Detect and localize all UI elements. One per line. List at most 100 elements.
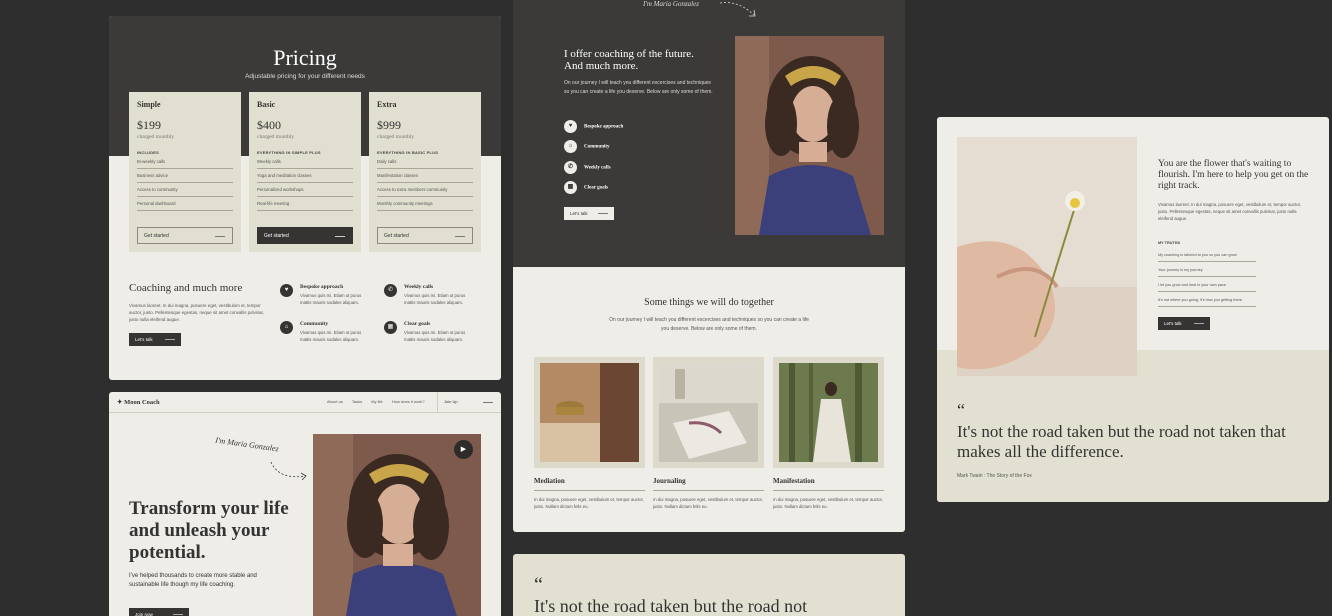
pricing-card: Pricing Adjustable pricing for your diff… — [109, 16, 501, 380]
signature-text: I'm Maria Gonzalez — [643, 0, 699, 8]
quote-text: It's not the road taken but the road not — [534, 596, 808, 616]
plan-card-simple: Simple $199 charged monthly INCLUDES Bi-… — [129, 92, 241, 252]
section-text: On our journey I will teach you differen… — [609, 317, 809, 332]
activity-desc: In dui magna, posuere eget, vestibulum e… — [773, 497, 883, 509]
feature-desc: Vivamus quis mi. Etiam ut purus mattis m… — [404, 330, 466, 342]
journaling-photo — [653, 357, 764, 468]
hero-card: ✦ Moon Coach About us Tasks My life How … — [109, 392, 501, 616]
feature-title: Community — [300, 321, 329, 327]
arrow-icon — [270, 461, 307, 481]
list-item-label: Weekly calls — [584, 165, 611, 171]
list-item-community: ⌂ Community — [564, 140, 610, 153]
list-item-label: Bespoke approach — [584, 124, 624, 130]
flower-card: You are the flower that's waiting to flo… — [937, 117, 1329, 502]
quote-author: Mark Twain : The Story of the Fox — [957, 473, 1032, 479]
get-started-button[interactable]: Get started — [377, 227, 473, 244]
lets-talk-button[interactable]: Let's talk — [1158, 317, 1210, 330]
logo-text: Moon Coach — [124, 399, 160, 406]
signature-text: I'm Maria Gonzalez — [214, 435, 280, 454]
truth-item: It's not where you going, it's how you g… — [1158, 298, 1256, 307]
activity-desc: In dui magna, posuere eget, vestibulum e… — [653, 497, 763, 509]
nav-link-my-life[interactable]: My life — [371, 399, 383, 404]
nav-link-how-it-works[interactable]: How does it work? — [392, 399, 425, 404]
activity-card-mediation: Mediation In dui magna, posuere eget, ve… — [534, 357, 645, 510]
pricing-subtitle: Adjustable pricing for your different ne… — [245, 73, 365, 80]
plan-name: Simple — [137, 100, 161, 109]
activity-name: Journaling — [653, 477, 764, 491]
list-item-weekly-calls: ✆ Weekly calls — [564, 161, 611, 174]
feature-title: Bespoke approach — [300, 284, 344, 290]
feature-title: Clear goals — [404, 321, 431, 327]
truths-label: MY TRUTHS — [1158, 241, 1181, 245]
pricing-title: Pricing — [273, 45, 337, 70]
lets-talk-button[interactable]: Let's talk — [129, 333, 181, 346]
plan-feature: Bi-weekly calls — [137, 155, 233, 169]
nav-links: About us Tasks My life How does it work? — [327, 399, 433, 404]
list-item-bespoke: ♥ Bespoke approach — [564, 120, 623, 133]
activity-desc: In dui magna, posuere eget, vestibulum e… — [534, 497, 644, 509]
list-item-label: Community — [584, 144, 610, 150]
phone-icon: ✆ — [384, 284, 397, 297]
activity-name: Mediation — [534, 477, 645, 491]
home-icon: ⌂ — [280, 321, 293, 334]
plan-price: $999 — [377, 118, 401, 132]
heart-icon: ♥ — [280, 284, 293, 297]
feature-desc: Vivamus quis mi. Etiam ut purus mattis m… — [404, 293, 466, 305]
manifestation-photo — [773, 357, 884, 468]
plan-price: $400 — [257, 118, 281, 132]
calendar-icon: ▦ — [384, 321, 397, 334]
plan-card-basic: Basic $400 charged monthly EVERYTHING IN… — [249, 92, 361, 252]
coaching-heading: Coaching and much more — [129, 282, 243, 294]
top-nav: ✦ Moon Coach About us Tasks My life How … — [109, 392, 501, 413]
join-now-button[interactable]: Join now — [129, 608, 189, 616]
plan-feature: Business advice — [137, 169, 233, 183]
section-title: Some things we will do together — [644, 297, 774, 308]
nav-link-about[interactable]: About us — [327, 399, 343, 404]
plan-feature: Real-life meeting — [257, 197, 353, 211]
plan-price: $199 — [137, 118, 161, 132]
flower-photo — [957, 137, 1137, 376]
plan-feature: Access to extra members community — [377, 183, 473, 197]
plan-period: charged monthly — [137, 134, 175, 140]
list-item-label: Clear goals — [584, 185, 608, 191]
join-up-button[interactable]: Join Up — [437, 392, 501, 412]
lets-talk-button[interactable]: Let's talk — [564, 207, 614, 220]
feature-desc: Vivamus quis mi. Etiam ut purus mattis m… — [300, 293, 362, 305]
get-started-button[interactable]: Get started — [257, 227, 353, 244]
plan-feature: Personalized workshops — [257, 183, 353, 197]
coaching-title: I offer coaching of the future. And much… — [564, 48, 694, 72]
truth-item: My coaching is tailored to you so you ca… — [1158, 253, 1256, 262]
flower-title: You are the flower that's waiting to flo… — [1158, 159, 1309, 191]
quote-mark: “ — [534, 574, 543, 596]
portrait-photo — [735, 36, 884, 235]
coaching-text: On our journey I will teach you differen… — [564, 80, 713, 95]
flower-text: Vivamus laoreet. In dui magna, posuere e… — [1158, 202, 1301, 221]
list-item-clear-goals: ▦ Clear goals — [564, 181, 608, 194]
coaching-text: Vivamus laoreet. In dui magna, posuere e… — [129, 303, 264, 322]
calendar-icon: ▦ — [564, 181, 577, 194]
plan-feature: Weekly calls — [257, 155, 353, 169]
plan-feature: Yoga and meditation classes — [257, 169, 353, 183]
arrow-icon — [719, 2, 756, 17]
plan-feature: Daily calls — [377, 155, 473, 169]
heart-icon: ♥ — [564, 120, 577, 133]
home-icon: ⌂ — [564, 140, 577, 153]
feature-title: Weekly calls — [404, 284, 434, 290]
logo[interactable]: ✦ Moon Coach — [117, 398, 160, 406]
quote-card: “ It's not the road taken but the road n… — [513, 554, 905, 616]
plan-feature: Monthly community meetings — [377, 197, 473, 211]
nav-link-tasks[interactable]: Tasks — [352, 399, 362, 404]
plan-period: charged monthly — [377, 134, 415, 140]
truth-item: I let you grow and heal in your own pace — [1158, 283, 1256, 292]
quote-mark: “ — [957, 400, 965, 420]
plan-name: Basic — [257, 100, 276, 109]
activity-card-journaling: Journaling In dui magna, posuere eget, v… — [653, 357, 764, 510]
mediation-photo — [534, 357, 645, 468]
get-started-button[interactable]: Get started — [137, 227, 233, 244]
feature-desc: Vivamus quis mi. Etiam ut purus mattis m… — [300, 330, 362, 342]
plan-period: charged monthly — [257, 134, 295, 140]
hero-lead: I've helped thousands to create more sta… — [129, 573, 257, 588]
play-button[interactable]: ▶ — [454, 440, 473, 459]
plan-feature: Manifestation classes — [377, 169, 473, 183]
activity-name: Manifestation — [773, 477, 884, 491]
